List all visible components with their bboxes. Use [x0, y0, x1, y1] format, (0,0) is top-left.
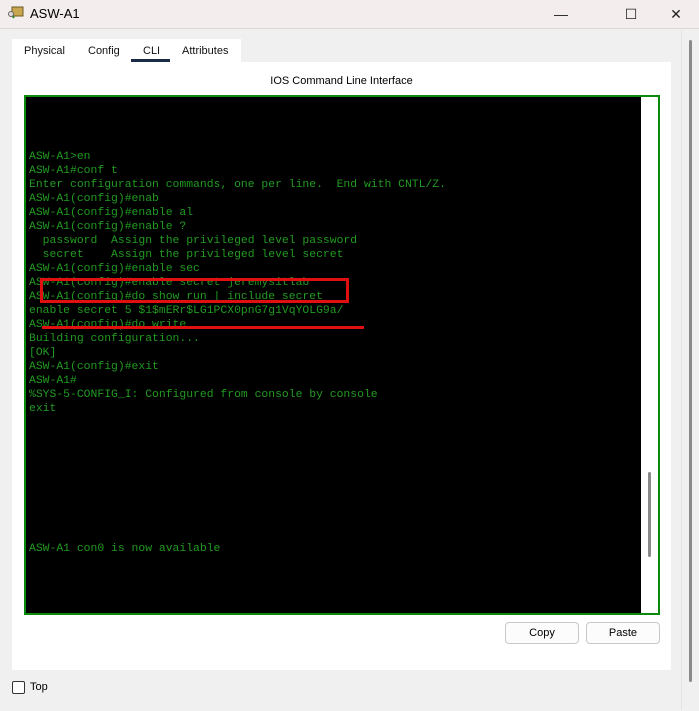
minimize-button[interactable]: — [538, 0, 584, 28]
outer-scrollbar[interactable] [689, 40, 692, 682]
cli-terminal[interactable]: ASW-A1>en ASW-A1#conf t Enter configuratio… [24, 95, 660, 615]
switch-app-icon [8, 6, 24, 19]
terminal-line: ASW-A1# [29, 375, 77, 387]
window-title: ASW-A1 [30, 6, 80, 21]
tab-cli[interactable]: CLI [143, 45, 160, 57]
panel-title: IOS Command Line Interface [270, 75, 413, 87]
top-checkbox[interactable] [12, 681, 25, 694]
copy-button[interactable]: Copy [505, 622, 579, 644]
terminal-line: ASW-A1#conf t [29, 165, 118, 177]
terminal-scrollbar-thumb[interactable] [648, 472, 651, 557]
terminal-scrollbar[interactable] [641, 97, 658, 613]
tab-physical[interactable]: Physical [24, 45, 65, 57]
terminal-line: ASW-A1(config)#do write [29, 319, 187, 331]
outer-scrollbar-track [681, 28, 682, 710]
terminal-line: exit [29, 403, 57, 415]
terminal-line: Building configuration... [29, 333, 200, 345]
terminal-line: ASW-A1 con0 is now available [29, 543, 221, 555]
maximize-button[interactable]: ☐ [608, 0, 654, 28]
terminal-line: secret Assign the privileged level secre… [29, 249, 344, 261]
terminal-output: ASW-A1>en ASW-A1#conf t Enter configuratio… [29, 122, 446, 556]
terminal-line: ASW-A1(config)#enable ? [29, 221, 187, 233]
terminal-line: %SYS-5-CONFIG_I: Configured from console… [29, 389, 378, 401]
paste-button[interactable]: Paste [586, 622, 660, 644]
tab-config[interactable]: Config [88, 45, 120, 57]
terminal-line: ASW-A1(config)#enable sec [29, 263, 200, 275]
top-checkbox-label: Top [30, 681, 48, 693]
terminal-line: ASW-A1(config)#enable al [29, 207, 194, 219]
tab-attributes[interactable]: Attributes [182, 45, 228, 57]
terminal-line: ASW-A1(config)#exit [29, 361, 159, 373]
terminal-line: Enter configuration commands, one per li… [29, 179, 446, 191]
title-bar: ASW-A1 — ☐ ✕ [0, 0, 699, 28]
highlight-underline [42, 326, 364, 329]
terminal-line: ASW-A1>en [29, 151, 91, 163]
terminal-line: ASW-A1(config)#enab [29, 193, 159, 205]
terminal-line: [OK] [29, 347, 57, 359]
highlight-box [40, 278, 349, 303]
close-button[interactable]: ✕ [653, 0, 699, 28]
cli-panel: IOS Command Line Interface ASW-A1>en ASW-… [12, 62, 671, 670]
terminal-line: password Assign the privileged level pas… [29, 235, 358, 247]
terminal-line: enable secret 5 $1$mERr$LG1PCX0pnG7g1VqY… [29, 305, 344, 317]
